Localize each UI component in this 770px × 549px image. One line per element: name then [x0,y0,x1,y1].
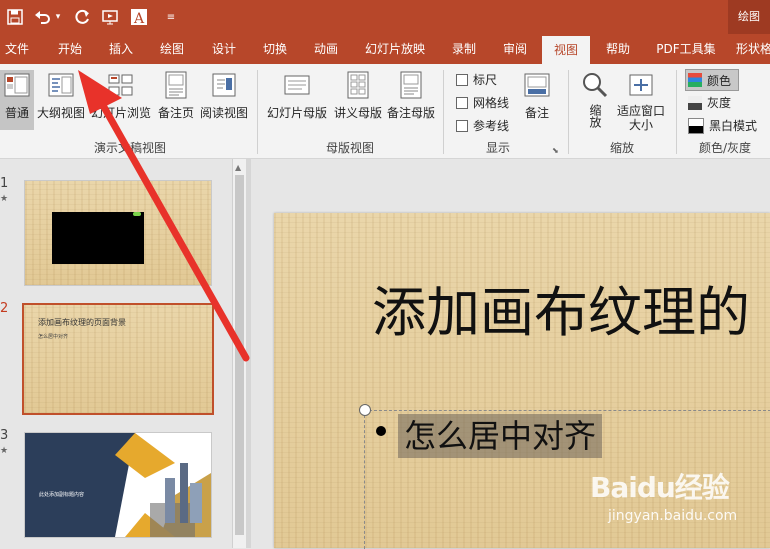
notes-label: 备注 [524,106,549,120]
notes-master-button[interactable]: 备注母版 [386,70,436,130]
animation-star-icon: ★ [0,194,9,204]
color-option[interactable]: 颜色 [685,69,739,91]
tab-review[interactable]: 审阅 [496,34,534,64]
slide-number: 3 [0,428,9,443]
group-separator [568,70,569,154]
group-separator [443,70,444,154]
color-label: 颜色 [707,73,732,88]
gridlines-checkbox-box[interactable] [456,96,468,109]
tab-draw[interactable]: 绘图 [154,34,190,64]
grayscale-label: 灰度 [707,96,732,110]
notes-icon [522,70,552,100]
slide-number: 1 [0,176,9,191]
zoom-button[interactable]: 缩放 [578,70,612,130]
black-white-option[interactable]: 黑白模式 [688,117,757,134]
notes-master-icon [396,70,426,100]
tab-home[interactable]: 开始 [50,34,90,64]
thumbnail-artwork [115,433,211,537]
fit-to-window-label: 适应窗口大小 [616,104,665,132]
tab-slideshow[interactable]: 幻灯片放映 [358,34,432,64]
group-separator [676,70,677,154]
notes-button[interactable]: 备注 [518,70,556,130]
gridlines-label: 网格线 [473,96,510,110]
context-tab-title: 绘图 [728,0,770,34]
tab-animations[interactable]: 动画 [307,34,345,64]
guides-checkbox-box[interactable] [456,119,468,132]
ruler-checkbox-box[interactable] [456,73,468,86]
tab-insert[interactable]: 插入 [103,34,139,64]
fit-to-window-icon [626,70,656,100]
undo-dropdown-icon[interactable]: ▾ [52,6,64,28]
redo-icon[interactable] [72,6,94,28]
animation-star-icon: ★ [0,446,9,456]
slide-thumbnail-3[interactable]: 此处添加副标题内容 [24,432,212,538]
color-swatch-icon [688,73,702,87]
watermark-logo: Baidu经验 [590,471,730,504]
tab-view[interactable]: 视图 [542,36,590,64]
gridlines-checkbox[interactable]: 网格线 [456,94,509,111]
thumbnail-bullet: 怎么居中对齐 [38,334,69,340]
thumbnail-subtitle: 此处添加副标题内容 [39,492,85,498]
tab-shape-format[interactable]: 形状格 [734,34,770,64]
annotation-arrow [78,70,250,362]
svg-text:A: A [133,11,145,26]
handout-master-button[interactable]: 讲义母版 [332,70,384,130]
fit-to-window-button[interactable]: 适应窗口大小 [614,70,668,132]
bullet-icon [376,426,386,436]
black-white-swatch-icon [688,117,704,134]
color-grayscale-group-label: 颜色/灰度 [698,141,752,155]
zoom-label: 缩放 [588,104,602,128]
zoom-group-label: 缩放 [609,141,634,155]
tab-file[interactable]: 文件 [0,34,34,64]
grayscale-option[interactable]: 灰度 [688,94,731,111]
present-from-start-icon[interactable] [100,6,122,28]
master-views-group-label: 母版视图 [325,141,374,155]
slide-master-label: 幻灯片母版 [266,106,327,120]
handout-master-label: 讲义母版 [333,106,382,120]
tab-pdf-tools[interactable]: PDF工具集 [650,34,722,64]
undo-icon[interactable] [32,6,54,28]
bullet-text-selected[interactable]: 怎么居中对齐 [398,414,603,458]
resize-handle[interactable] [359,404,371,416]
customize-qat-icon[interactable]: ≡ [160,6,182,28]
slide-title[interactable]: 添加画布纹理的 [372,278,750,348]
tab-help[interactable]: 帮助 [598,34,638,64]
tab-transitions[interactable]: 切换 [256,34,294,64]
ruler-label: 标尺 [473,73,498,87]
tab-design[interactable]: 设计 [205,34,243,64]
slide-master-icon [282,70,312,100]
guides-checkbox[interactable]: 参考线 [456,117,509,134]
normal-view-label: 普通 [4,106,29,120]
magnifier-icon [580,70,610,100]
text-style-icon[interactable]: A [128,6,150,28]
dialog-launcher-icon[interactable]: ⬊ [552,146,559,155]
show-group-label: 显示 [485,141,510,155]
slide-master-button[interactable]: 幻灯片母版 [264,70,330,130]
save-icon[interactable] [4,6,26,28]
tab-record[interactable]: 录制 [445,34,483,64]
ruler-checkbox[interactable]: 标尺 [456,71,497,88]
normal-view-button[interactable]: 普通 [0,70,34,130]
slide-number: 2 [0,301,9,316]
black-white-label: 黑白模式 [709,119,758,133]
normal-view-icon [2,70,32,100]
watermark-url: jingyan.baidu.com [608,508,738,524]
handout-master-icon [343,70,373,100]
grayscale-swatch-icon [688,95,702,110]
guides-label: 参考线 [473,119,510,133]
notes-master-label: 备注母版 [386,106,435,120]
